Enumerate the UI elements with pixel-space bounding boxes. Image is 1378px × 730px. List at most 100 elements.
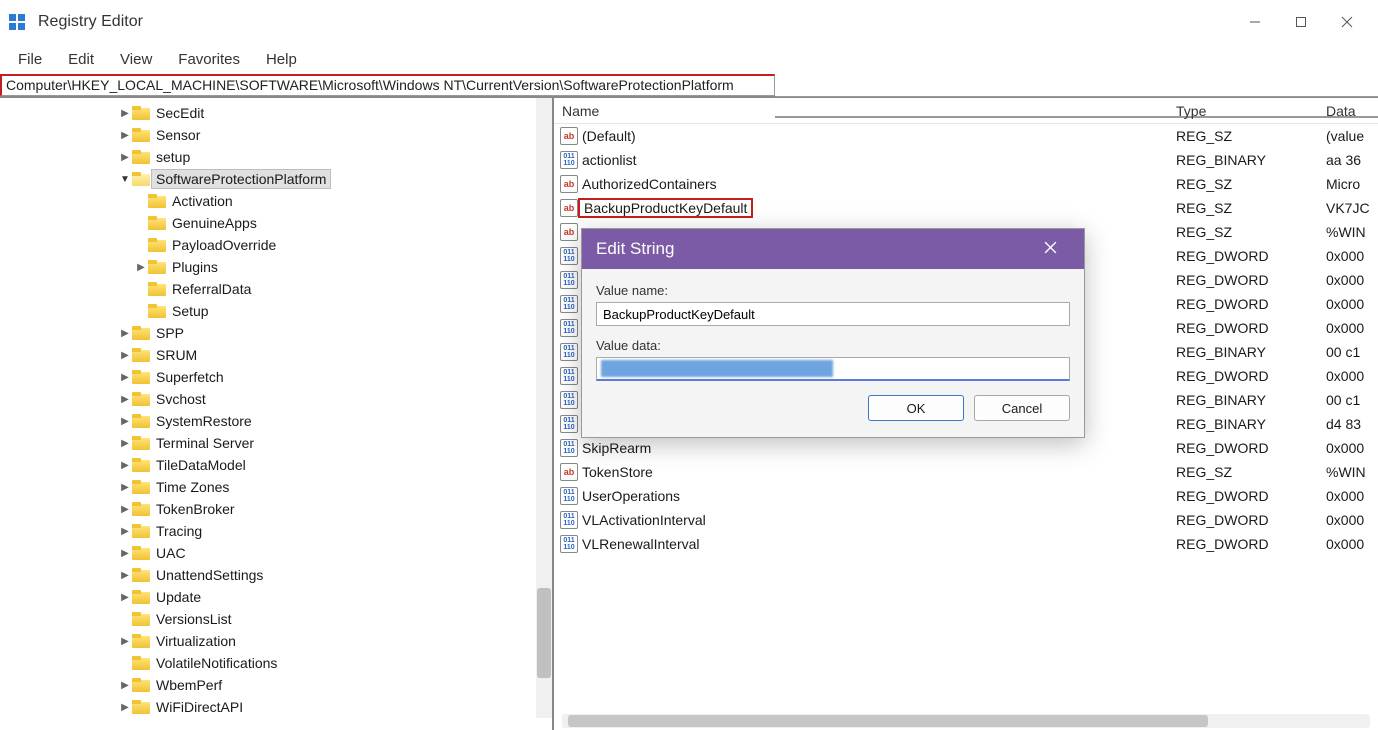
tree-item-label: Superfetch bbox=[156, 369, 224, 385]
list-header[interactable]: Name Type Data bbox=[554, 98, 1378, 124]
tree-item[interactable]: ▶ Superfetch bbox=[0, 366, 552, 388]
menu-file[interactable]: File bbox=[6, 47, 54, 72]
tree-item-label: Tracing bbox=[156, 523, 202, 539]
value-name-input[interactable] bbox=[596, 302, 1070, 326]
list-row[interactable]: abTokenStoreREG_SZ%WIN bbox=[554, 460, 1378, 484]
expand-chevron-icon[interactable]: ▶ bbox=[118, 152, 132, 163]
tree-item[interactable]: ▶TokenBroker bbox=[0, 498, 552, 520]
tree-item[interactable]: ▶TileDataModel bbox=[0, 454, 552, 476]
close-button[interactable] bbox=[1324, 6, 1370, 38]
tree-item[interactable]: ▶ Terminal Server bbox=[0, 432, 552, 454]
list-row[interactable]: 011110UserOperationsREG_DWORD0x000 bbox=[554, 484, 1378, 508]
tree-item[interactable]: ▶Sensor bbox=[0, 124, 552, 146]
menu-help[interactable]: Help bbox=[254, 47, 309, 72]
expand-chevron-icon[interactable]: ▶ bbox=[118, 372, 132, 383]
tree-item[interactable]: ▶ UAC bbox=[0, 542, 552, 564]
tree-item[interactable]: ▶VolatileNotifications bbox=[0, 652, 552, 674]
expand-chevron-icon[interactable]: ▶ bbox=[118, 328, 132, 339]
tree-item[interactable]: ▶ Tracing bbox=[0, 520, 552, 542]
tree-item[interactable]: ▶ReferralData bbox=[0, 278, 552, 300]
tree-item[interactable]: ▶Plugins bbox=[0, 256, 552, 278]
value-data-input[interactable] bbox=[596, 357, 1070, 381]
dialog-close-button[interactable] bbox=[1030, 241, 1070, 258]
tree-item[interactable]: ▶WbemPerf bbox=[0, 674, 552, 696]
list-row[interactable]: 011110VLRenewalIntervalREG_DWORD0x000 bbox=[554, 532, 1378, 556]
tree-item[interactable]: ▶ SecEdit bbox=[0, 102, 552, 124]
tree-item[interactable]: ▼ SoftwareProtectionPlatform bbox=[0, 168, 552, 190]
folder-icon bbox=[132, 502, 150, 516]
tree-item[interactable]: ▶Activation bbox=[0, 190, 552, 212]
tree-item[interactable]: ▶PayloadOverride bbox=[0, 234, 552, 256]
expand-chevron-icon[interactable]: ▶ bbox=[118, 416, 132, 427]
expand-chevron-icon[interactable]: ▶ bbox=[118, 350, 132, 361]
expand-chevron-icon[interactable]: ▶ bbox=[118, 460, 132, 471]
list-row[interactable]: 011110SkipRearmREG_DWORD0x000 bbox=[554, 436, 1378, 460]
tree-item-label: SecEdit bbox=[156, 105, 204, 121]
dialog-titlebar[interactable]: Edit String bbox=[582, 229, 1084, 269]
folder-icon bbox=[132, 612, 150, 626]
cancel-button[interactable]: Cancel bbox=[974, 395, 1070, 421]
tree-item[interactable]: ▶Update bbox=[0, 586, 552, 608]
menu-view[interactable]: View bbox=[108, 47, 164, 72]
tree-item-label: Terminal Server bbox=[156, 435, 254, 451]
tree-item-label: ReferralData bbox=[172, 281, 251, 297]
expand-chevron-icon[interactable]: ▶ bbox=[118, 702, 132, 713]
key-tree[interactable]: ▶ SecEdit ▶Sensor▶setup ▼ SoftwareProtection… bbox=[0, 98, 554, 730]
col-data[interactable]: Data bbox=[1326, 103, 1378, 119]
tree-item[interactable]: ▶Time Zones bbox=[0, 476, 552, 498]
tree-item[interactable]: ▶UnattendSettings bbox=[0, 564, 552, 586]
tree-item[interactable]: ▶Svchost bbox=[0, 388, 552, 410]
col-type[interactable]: Type bbox=[1176, 103, 1326, 119]
value-type: REG_DWORD bbox=[1176, 272, 1326, 288]
list-row[interactable]: 011110actionlistREG_BINARYaa 36 bbox=[554, 148, 1378, 172]
list-row[interactable]: ab(Default)REG_SZ(value bbox=[554, 124, 1378, 148]
folder-icon bbox=[132, 678, 150, 692]
ok-button[interactable]: OK bbox=[868, 395, 964, 421]
list-row[interactable]: abBackupProductKeyDefaultREG_SZVK7JC bbox=[554, 196, 1378, 220]
tree-item[interactable]: ▶Setup bbox=[0, 300, 552, 322]
list-scrollbar[interactable] bbox=[562, 714, 1370, 728]
tree-item[interactable]: ▶Virtualization bbox=[0, 630, 552, 652]
tree-item-label: UAC bbox=[156, 545, 186, 561]
tree-item[interactable]: ▶WiFiDirectAPI bbox=[0, 696, 552, 718]
tree-item[interactable]: ▶SPP bbox=[0, 322, 552, 344]
menu-edit[interactable]: Edit bbox=[56, 47, 106, 72]
expand-chevron-icon[interactable]: ▶ bbox=[118, 636, 132, 647]
address-bar[interactable]: Computer\HKEY_LOCAL_MACHINE\SOFTWARE\Mic… bbox=[0, 74, 775, 96]
expand-chevron-icon[interactable]: ▶ bbox=[118, 438, 132, 449]
expand-chevron-icon[interactable]: ▶ bbox=[118, 592, 132, 603]
tree-item[interactable]: ▶SRUM bbox=[0, 344, 552, 366]
maximize-button[interactable] bbox=[1278, 6, 1324, 38]
tree-scroll-thumb[interactable] bbox=[537, 588, 551, 678]
tree-item[interactable]: ▶GenuineApps bbox=[0, 212, 552, 234]
list-row[interactable]: abAuthorizedContainersREG_SZMicro bbox=[554, 172, 1378, 196]
expand-chevron-icon[interactable]: ▶ bbox=[118, 504, 132, 515]
value-name: AuthorizedContainers bbox=[582, 176, 717, 192]
tree-scrollbar[interactable] bbox=[536, 98, 552, 718]
value-name: VLRenewalInterval bbox=[582, 536, 700, 552]
edit-string-dialog: Edit String Value name: Value data: OK C… bbox=[581, 228, 1085, 438]
string-value-icon: ab bbox=[560, 175, 578, 193]
expand-chevron-icon[interactable]: ▶ bbox=[118, 548, 132, 559]
tree-item-label: SoftwareProtectionPlatform bbox=[152, 170, 330, 188]
tree-item[interactable]: ▶SystemRestore bbox=[0, 410, 552, 432]
tree-item[interactable]: ▶VersionsList bbox=[0, 608, 552, 630]
expand-chevron-icon[interactable]: ▼ bbox=[118, 174, 132, 185]
expand-chevron-icon[interactable]: ▶ bbox=[118, 570, 132, 581]
col-name[interactable]: Name bbox=[554, 103, 1176, 119]
expand-chevron-icon[interactable]: ▶ bbox=[118, 394, 132, 405]
minimize-button[interactable] bbox=[1232, 6, 1278, 38]
tree-item[interactable]: ▶setup bbox=[0, 146, 552, 168]
expand-chevron-icon[interactable]: ▶ bbox=[118, 482, 132, 493]
expand-chevron-icon[interactable]: ▶ bbox=[118, 526, 132, 537]
menu-favorites[interactable]: Favorites bbox=[166, 47, 252, 72]
folder-icon bbox=[132, 590, 150, 604]
expand-chevron-icon[interactable]: ▶ bbox=[118, 680, 132, 691]
expand-chevron-icon[interactable]: ▶ bbox=[118, 108, 132, 119]
list-scroll-thumb[interactable] bbox=[568, 715, 1208, 727]
expand-chevron-icon[interactable]: ▶ bbox=[118, 130, 132, 141]
value-name: actionlist bbox=[582, 152, 636, 168]
binary-value-icon: 011110 bbox=[560, 295, 578, 313]
list-row[interactable]: 011110VLActivationIntervalREG_DWORD0x000 bbox=[554, 508, 1378, 532]
expand-chevron-icon[interactable]: ▶ bbox=[134, 262, 148, 273]
